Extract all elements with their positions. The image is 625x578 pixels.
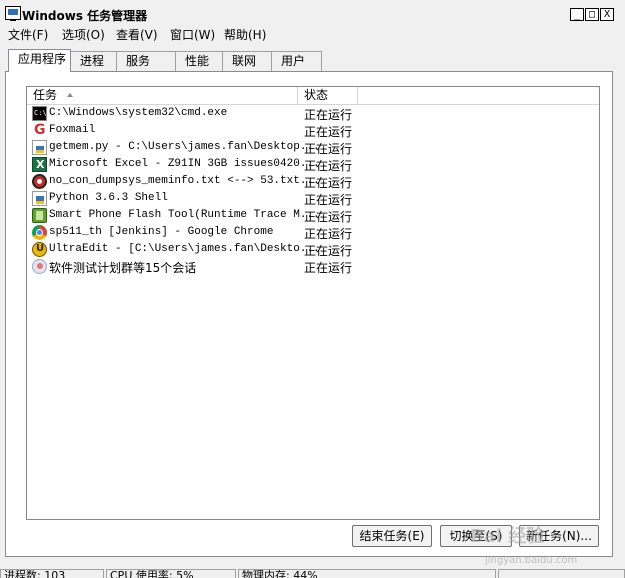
task-name: C:\Windows\system32\cmd.exe bbox=[49, 107, 228, 119]
cmd-icon: C:\ bbox=[32, 106, 47, 121]
task-name: getmem.py - C:\Users\james.fan\Desktop..… bbox=[49, 141, 320, 153]
task-status: 正在运行 bbox=[304, 210, 353, 224]
list-header: 任务 状态 bbox=[27, 87, 599, 105]
task-status: 正在运行 bbox=[304, 125, 353, 139]
list-item[interactable]: 软件测试计划群等15个会话 正在运行 bbox=[30, 258, 600, 275]
menu-file[interactable]: 文件(F) bbox=[8, 26, 48, 43]
python-shell-icon bbox=[32, 191, 47, 206]
sort-ascending-icon bbox=[67, 93, 73, 97]
python-file-icon bbox=[32, 140, 47, 155]
tab-processes[interactable]: 进程 bbox=[70, 51, 117, 71]
list-item[interactable]: no_con_dumpsys_meminfo.txt <--> 53.txt..… bbox=[30, 173, 600, 190]
list-item[interactable]: C:\ C:\Windows\system32\cmd.exe 正在运行 bbox=[30, 105, 600, 122]
task-manager-window: Windows 任务管理器 _ □ X 文件(F) 选项(O) 查看(V) 窗口… bbox=[0, 0, 625, 578]
list-item[interactable]: U UltraEdit - [C:\Users\james.fan\Deskto… bbox=[30, 241, 600, 258]
task-status: 正在运行 bbox=[304, 227, 353, 241]
qq-icon bbox=[32, 259, 47, 274]
title-bar: Windows 任务管理器 _ □ X bbox=[0, 0, 625, 28]
tab-users[interactable]: 用户 bbox=[271, 51, 322, 71]
application-list[interactable]: 任务 状态 C:\ C:\Windows\system32\cmd.exe 正在… bbox=[26, 86, 600, 520]
menu-view[interactable]: 查看(V) bbox=[116, 26, 158, 43]
status-bar: 进程数: 103 CPU 使用率: 5% 物理内存: 44% bbox=[0, 568, 625, 578]
phone-icon bbox=[32, 208, 47, 223]
menu-window[interactable]: 窗口(W) bbox=[170, 26, 215, 43]
menu-help[interactable]: 帮助(H) bbox=[224, 26, 266, 43]
header-status[interactable]: 状态 bbox=[298, 87, 358, 104]
task-name: Foxmail bbox=[49, 124, 96, 136]
list-item[interactable]: getmem.py - C:\Users\james.fan\Desktop..… bbox=[30, 139, 600, 156]
task-status: 正在运行 bbox=[304, 176, 353, 190]
list-item[interactable]: G Foxmail 正在运行 bbox=[30, 122, 600, 139]
end-task-button[interactable]: 结束任务(E) bbox=[352, 525, 432, 547]
close-button[interactable]: X bbox=[600, 8, 614, 21]
switch-to-button[interactable]: 切换至(S) bbox=[440, 525, 512, 547]
status-extra bbox=[498, 569, 625, 578]
task-name: Python 3.6.3 Shell bbox=[49, 192, 168, 204]
task-name: 软件测试计划群等15个会话 bbox=[49, 261, 197, 275]
new-task-button[interactable]: 新任务(N)... bbox=[519, 525, 599, 547]
chrome-icon bbox=[32, 225, 47, 240]
task-status: 正在运行 bbox=[304, 193, 353, 207]
tab-services[interactable]: 服务 bbox=[116, 51, 176, 71]
task-status: 正在运行 bbox=[304, 159, 353, 173]
task-status: 正在运行 bbox=[304, 142, 353, 156]
tab-applications[interactable]: 应用程序 bbox=[8, 49, 71, 72]
status-memory: 物理内存: 44% bbox=[238, 569, 496, 578]
compare-icon bbox=[32, 174, 47, 189]
tab-networking[interactable]: 联网 bbox=[222, 51, 272, 71]
task-name: Microsoft Excel - Z91IN 3GB issues0420..… bbox=[49, 158, 320, 170]
list-item[interactable]: X Microsoft Excel - Z91IN 3GB issues0420… bbox=[30, 156, 600, 173]
status-cpu: CPU 使用率: 5% bbox=[106, 569, 236, 578]
minimize-button[interactable]: _ bbox=[570, 8, 584, 21]
task-status: 正在运行 bbox=[304, 108, 353, 122]
task-status: 正在运行 bbox=[304, 261, 353, 275]
maximize-button[interactable]: □ bbox=[585, 8, 599, 21]
tab-performance[interactable]: 性能 bbox=[175, 51, 223, 71]
task-manager-icon bbox=[5, 6, 21, 21]
header-task[interactable]: 任务 bbox=[27, 87, 298, 104]
task-name: no_con_dumpsys_meminfo.txt <--> 53.txt..… bbox=[49, 175, 320, 187]
task-status: 正在运行 bbox=[304, 244, 353, 258]
header-status-label: 状态 bbox=[304, 88, 329, 102]
task-name: Smart Phone Flash Tool(Runtime Trace M..… bbox=[49, 209, 320, 221]
list-item[interactable]: sp511_th [Jenkins] - Google Chrome 正在运行 bbox=[30, 224, 600, 241]
list-item[interactable]: Smart Phone Flash Tool(Runtime Trace M..… bbox=[30, 207, 600, 224]
foxmail-icon: G bbox=[34, 122, 46, 138]
ultraedit-icon: U bbox=[32, 242, 47, 257]
status-processes: 进程数: 103 bbox=[0, 569, 104, 578]
task-name: UltraEdit - [C:\Users\james.fan\Deskto..… bbox=[49, 243, 320, 255]
list-item[interactable]: Python 3.6.3 Shell 正在运行 bbox=[30, 190, 600, 207]
menu-options[interactable]: 选项(O) bbox=[62, 26, 105, 43]
header-task-label: 任务 bbox=[33, 88, 58, 102]
excel-icon: X bbox=[32, 157, 47, 172]
window-title: Windows 任务管理器 bbox=[22, 9, 148, 23]
task-name: sp511_th [Jenkins] - Google Chrome bbox=[49, 226, 274, 238]
